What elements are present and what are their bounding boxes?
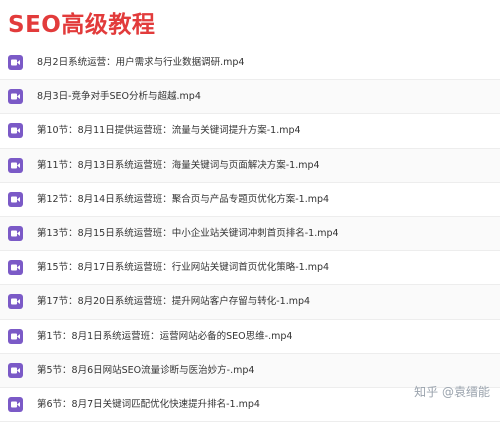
file-list-item[interactable]: 8月2日系统运营：用户需求与行业数据调研.mp4 (0, 46, 500, 81)
video-file-icon (8, 55, 23, 70)
file-list-item[interactable]: 第12节：8月14日系统运营班：聚合页与产品专题页优化方案-1.mp4 (0, 183, 500, 217)
file-list-item[interactable]: 第10节：8月11日提供运营班：流量与关键词提升方案-1.mp4 (0, 114, 500, 149)
file-name: 第5节：8月6日网站SEO流量诊断与医治妙方-.mp4 (37, 364, 255, 376)
file-name: 第11节：8月13日系统运营班：海量关键词与页面解决方案-1.mp4 (37, 159, 320, 171)
video-file-icon (8, 362, 23, 378)
video-file-icon (8, 89, 23, 105)
file-list-item[interactable]: 第13节：8月15日系统运营班：中小企业站关键词冲刺首页排名-1.mp4 (0, 216, 500, 252)
video-file-icon (8, 260, 23, 276)
file-list-item[interactable]: 第15节：8月17日系统运营班：行业网站关键词首页优化策略-1.mp4 (0, 251, 500, 286)
video-file-icon (8, 123, 23, 139)
file-list-item[interactable]: 第17节：8月20日系统运营班：提升网站客户存留与转化-1.mp4 (0, 285, 500, 320)
file-name: 8月3日-竞争对手SEO分析与超越.mp4 (37, 91, 201, 103)
file-name: 第12节：8月14日系统运营班：聚合页与产品专题页优化方案-1.mp4 (37, 193, 330, 205)
file-name: 第13节：8月15日系统运营班：中小企业站关键词冲刺首页排名-1.mp4 (37, 227, 339, 239)
watermark: 知乎 @袁缙能 (414, 385, 490, 399)
file-name: 第15节：8月17日系统运营班：行业网站关键词首页优化策略-1.mp4 (37, 262, 330, 274)
page-title: SEO高级教程 (8, 12, 156, 38)
file-name: 第1节：8月1日系统运营班：运营网站必备的SEO思维-.mp4 (37, 330, 293, 342)
file-list-item[interactable]: 第1节：8月1日系统运营班：运营网站必备的SEO思维-.mp4 (0, 320, 500, 354)
file-list-item[interactable]: 8月3日-竞争对手SEO分析与超越.mp4 (0, 80, 500, 115)
video-file-icon (8, 294, 23, 310)
file-name: 第10节：8月11日提供运营班：流量与关键词提升方案-1.mp4 (37, 125, 301, 137)
file-list: 8月2日系统运营：用户需求与行业数据调研.mp4 8月3日-竞争对手SEO分析与超… (0, 46, 500, 422)
video-file-icon (8, 225, 23, 241)
video-file-icon (8, 191, 23, 207)
file-name: 第17节：8月20日系统运营班：提升网站客户存留与转化-1.mp4 (37, 296, 311, 308)
video-file-icon (8, 157, 23, 173)
file-name: 8月2日系统运营：用户需求与行业数据调研.mp4 (37, 57, 245, 68)
video-file-icon (8, 328, 23, 344)
file-list-item[interactable]: 第11节：8月13日系统运营班：海量关键词与页面解决方案-1.mp4 (0, 148, 500, 183)
